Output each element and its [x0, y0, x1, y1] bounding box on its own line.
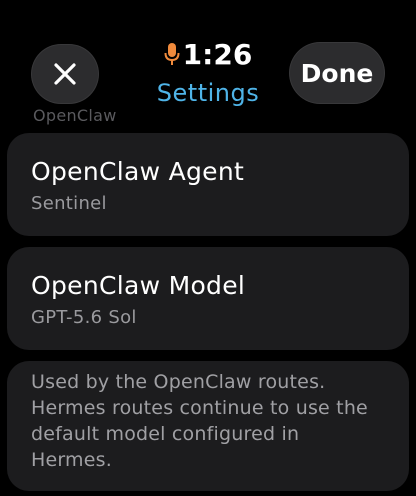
footer-text: Used by the OpenClaw routes. Hermes rout… [31, 371, 368, 471]
microphone-icon [164, 43, 180, 65]
agent-row-value: Sentinel [31, 193, 107, 214]
agent-row-label: OpenClaw Agent [31, 157, 245, 186]
model-row[interactable]: OpenClaw Model GPT-5.6 Sol [7, 247, 409, 350]
agent-row[interactable]: OpenClaw Agent Sentinel [7, 133, 409, 236]
section-header: OpenClaw [33, 106, 117, 125]
settings-screen: 1:26 Settings Done OpenClaw OpenClaw Age… [0, 0, 416, 496]
done-button[interactable]: Done [289, 42, 385, 104]
clock-time: 1:26 [182, 37, 253, 71]
model-row-value: GPT-5.6 Sol [31, 307, 137, 328]
footer-note: Used by the OpenClaw routes. Hermes rout… [7, 361, 409, 491]
model-row-label: OpenClaw Model [31, 271, 246, 300]
